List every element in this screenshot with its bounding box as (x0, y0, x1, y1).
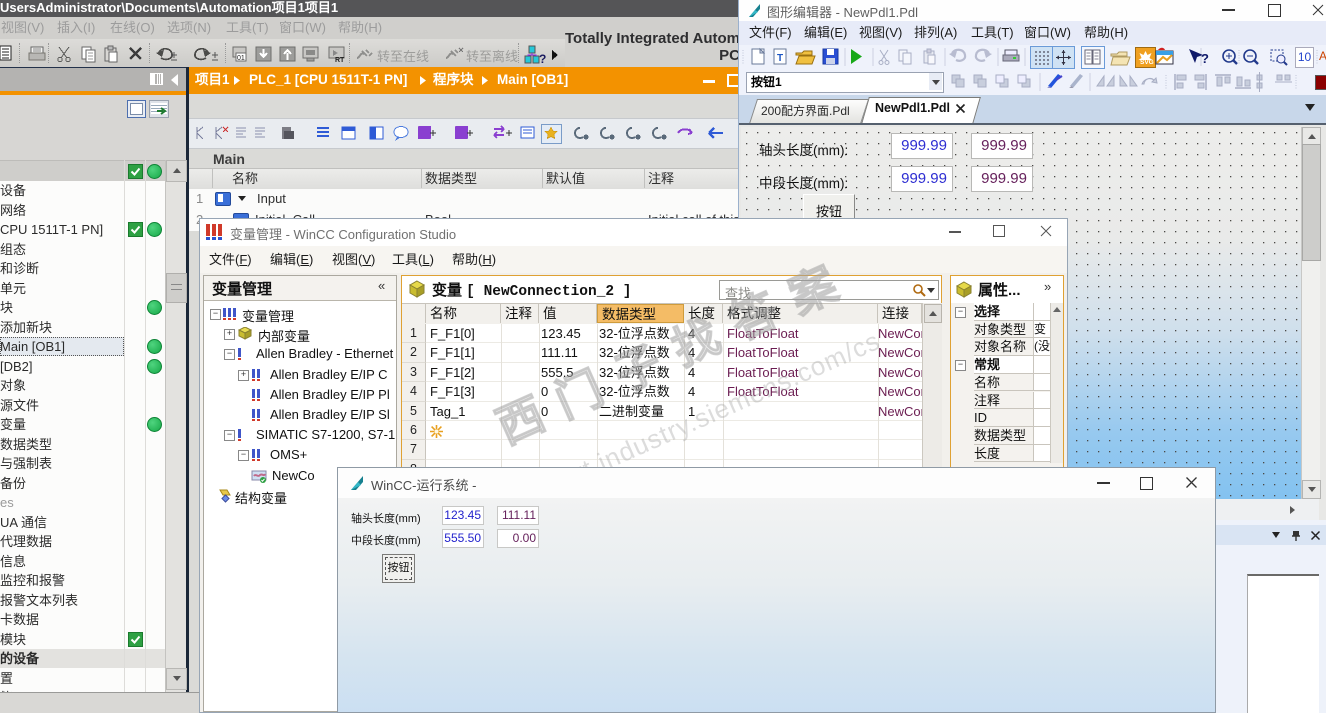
svg-text:SVG: SVG (1140, 59, 1154, 66)
svg-text:?: ? (1201, 51, 1209, 66)
svg-text:01: 01 (237, 55, 245, 62)
svg-text:?: ? (539, 52, 546, 65)
svg-text:T: T (777, 53, 783, 64)
svg-text:RT: RT (335, 57, 345, 64)
